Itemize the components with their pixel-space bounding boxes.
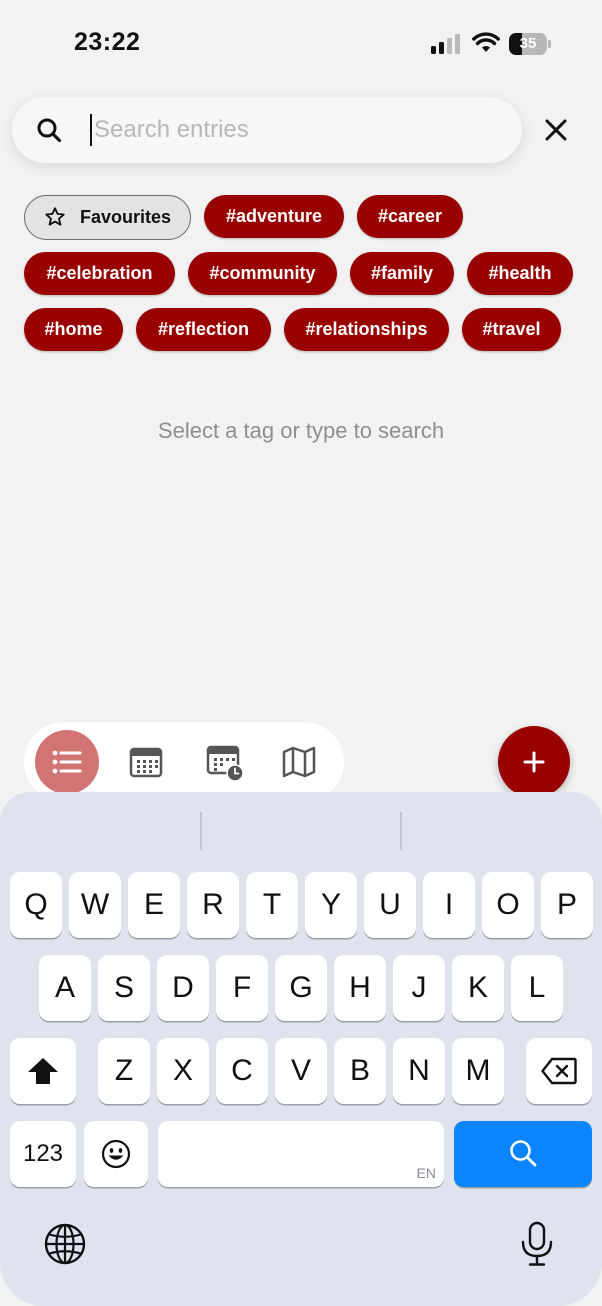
list-view-button[interactable] [35,730,99,794]
language-indicator: EN [416,1165,436,1181]
key-s[interactable]: S [98,955,150,1021]
tag-chip-career[interactable]: #career [357,195,463,238]
key-d[interactable]: D [157,955,209,1021]
wifi-icon [472,32,500,52]
status-time: 23:22 [74,28,141,56]
tag-chip-reflection[interactable]: #reflection [136,308,271,351]
tag-chip-adventure[interactable]: #adventure [204,195,344,238]
tag-chip-travel[interactable]: #travel [462,308,561,351]
close-icon[interactable] [536,110,576,150]
key-x[interactable]: X [157,1038,209,1104]
tag-chip-celebration[interactable]: #celebration [24,252,175,295]
delete-key[interactable] [526,1038,592,1104]
text-caret [90,114,92,146]
keyboard: Q W E R T Y U I O P A S D F G H J K L Z … [0,792,602,1306]
key-n[interactable]: N [393,1038,445,1104]
shift-key[interactable] [10,1038,76,1104]
key-h[interactable]: H [334,955,386,1021]
shift-icon [28,1058,58,1084]
battery-indicator: 35 [509,33,551,55]
tag-chip-community[interactable]: #community [188,252,337,295]
key-o[interactable]: O [482,872,534,938]
empty-state-message: Select a tag or type to search [157,418,445,443]
tag-chip-health[interactable]: #health [467,252,573,295]
key-q[interactable]: Q [10,872,62,938]
calendar-icon [129,747,163,778]
key-a[interactable]: A [39,955,91,1021]
key-v[interactable]: V [275,1038,327,1104]
key-p[interactable]: P [541,872,593,938]
plus-icon [523,751,545,773]
key-f[interactable]: F [216,955,268,1021]
favourites-label: Favourites [80,207,172,227]
emoji-icon [101,1139,131,1169]
tag-chip-relationships[interactable]: #relationships [284,308,449,351]
search-input[interactable] [94,110,494,150]
tag-chip-home[interactable]: #home [24,308,123,351]
key-b[interactable]: B [334,1038,386,1104]
key-c[interactable]: C [216,1038,268,1104]
backspace-icon [541,1057,577,1085]
key-w[interactable]: W [69,872,121,938]
favourites-filter-chip[interactable]: Favourites [24,195,191,240]
search-bar[interactable] [12,97,522,163]
suggestion-divider [400,812,402,850]
add-entry-button[interactable] [498,726,570,798]
key-k[interactable]: K [452,955,504,1021]
key-r[interactable]: R [187,872,239,938]
search-icon [510,1140,537,1167]
key-u[interactable]: U [364,872,416,938]
view-switcher [24,722,344,802]
key-i[interactable]: I [423,872,475,938]
key-y[interactable]: Y [305,872,357,938]
microphone-icon[interactable] [519,1220,555,1268]
key-z[interactable]: Z [98,1038,150,1104]
suggestion-divider [200,812,202,850]
calendar-history-button[interactable] [192,730,256,794]
key-m[interactable]: M [452,1038,504,1104]
map-icon [282,746,316,778]
emoji-key[interactable] [84,1121,148,1187]
list-icon [52,750,82,774]
calendar-clock-icon [206,745,244,782]
tag-chip-family[interactable]: #family [350,252,454,295]
key-g[interactable]: G [275,955,327,1021]
key-l[interactable]: L [511,955,563,1021]
cellular-signal-icon [431,34,463,54]
numbers-key[interactable]: 123 [10,1121,76,1187]
key-t[interactable]: T [246,872,298,938]
star-outline-icon [45,207,65,226]
calendar-view-button[interactable] [114,730,178,794]
search-icon [37,118,62,143]
space-key[interactable]: EN [158,1121,444,1187]
battery-percentage: 35 [519,35,537,52]
globe-icon[interactable] [43,1222,87,1266]
keyboard-search-key[interactable] [454,1121,592,1187]
key-e[interactable]: E [128,872,180,938]
key-j[interactable]: J [393,955,445,1021]
map-view-button[interactable] [267,730,331,794]
status-bar: 23:22 35 [0,0,602,80]
